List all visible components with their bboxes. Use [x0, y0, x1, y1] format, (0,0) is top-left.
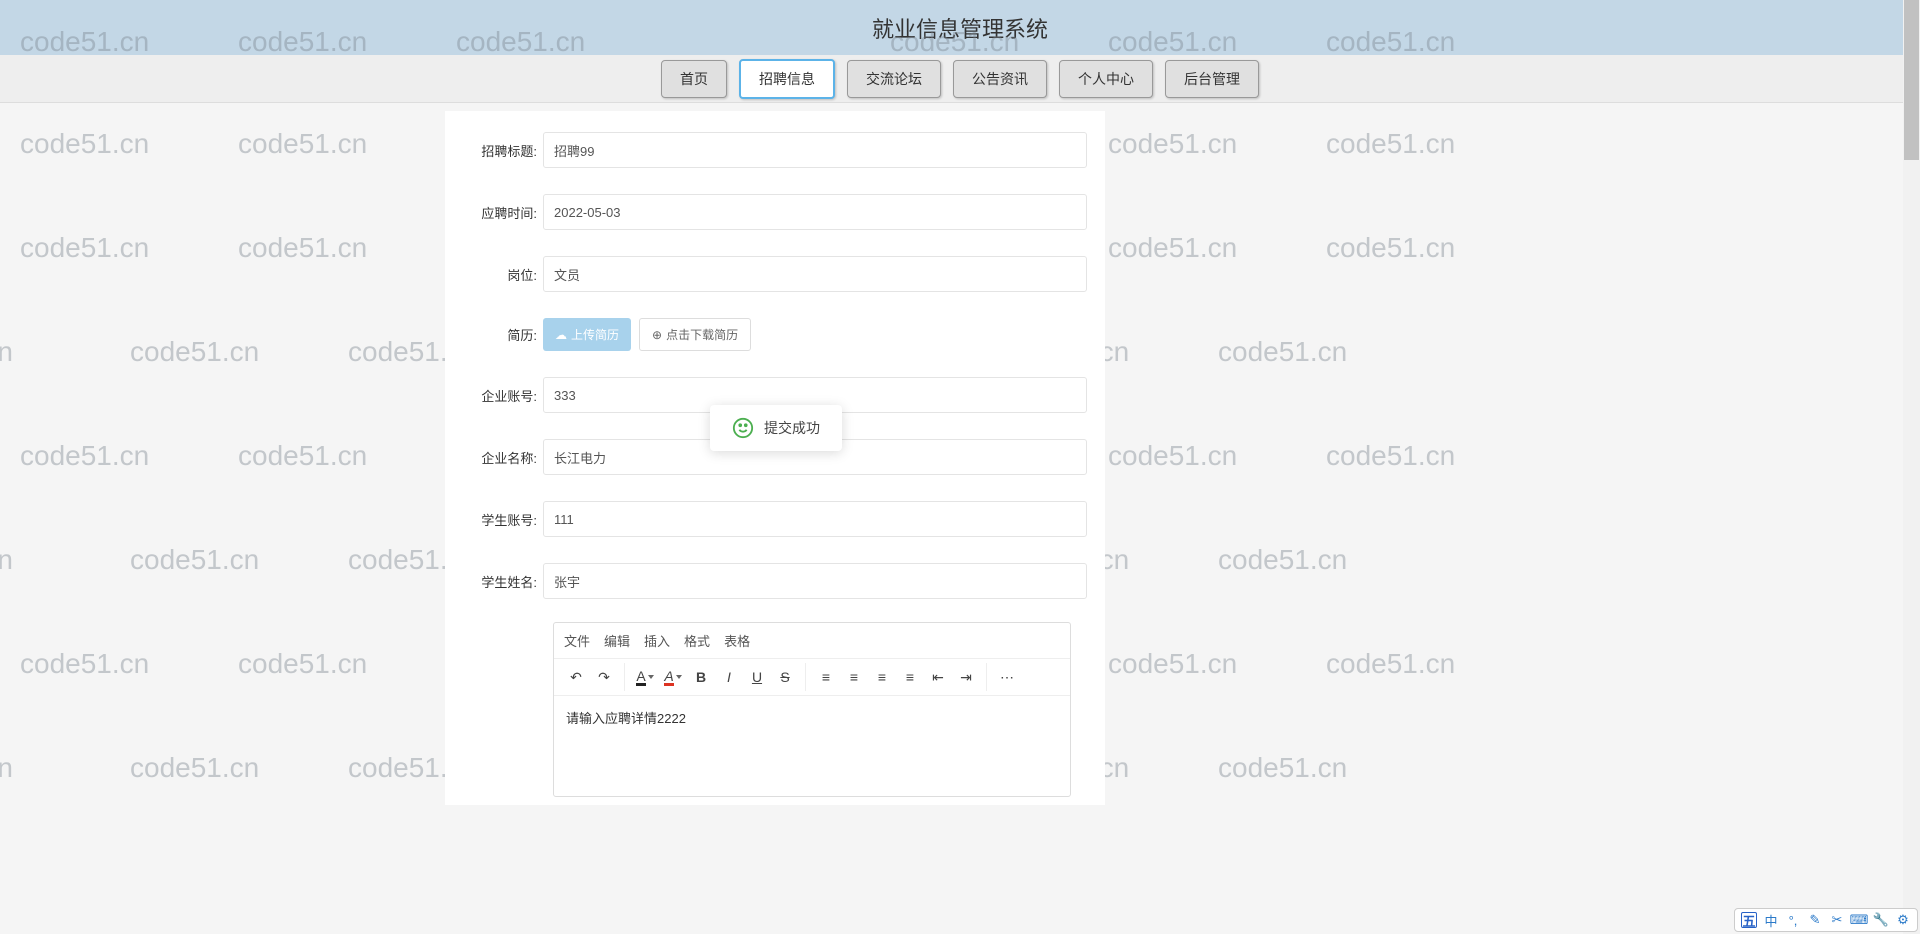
strikethrough-icon[interactable]: S	[771, 663, 799, 691]
system-tray: 五 中 °, ✎ ✂ ⌨ 🔧 ⚙	[1734, 908, 1918, 932]
form-panel: 招聘标题: 应聘时间: 岗位: 简历: ☁ 上传简历 ⊕ 点击下载简历 企业账号…	[445, 111, 1105, 805]
bold-icon[interactable]: B	[687, 663, 715, 691]
watermark-text: code51.cn	[238, 648, 367, 680]
label-company-name: 企业名称:	[463, 448, 543, 467]
redo-icon[interactable]: ↷	[590, 663, 618, 691]
editor-menu-table[interactable]: 表格	[724, 631, 750, 650]
tray-gear-icon[interactable]: ⚙	[1895, 912, 1911, 928]
watermark-text: code51.cn	[1218, 544, 1347, 576]
form-row-student-account: 学生账号:	[445, 488, 1105, 550]
watermark-text: code51.cn	[1108, 232, 1237, 264]
underline-icon[interactable]: U	[743, 663, 771, 691]
input-position[interactable]	[543, 256, 1087, 292]
rich-text-editor: 文件 编辑 插入 格式 表格 ↶ ↷ A A B I U S ≡ ≡ ≡	[553, 622, 1071, 797]
editor-menu-edit[interactable]: 编辑	[604, 631, 630, 650]
watermark-text: code51.cn	[130, 544, 259, 576]
form-row-position: 岗位:	[445, 243, 1105, 305]
nav-forum[interactable]: 交流论坛	[847, 60, 941, 98]
watermark-text: code51.cn	[1218, 752, 1347, 784]
label-student-name: 学生姓名:	[463, 572, 543, 591]
align-justify-icon[interactable]: ≡	[896, 663, 924, 691]
nav-bar: 首页 招聘信息 交流论坛 公告资讯 个人中心 后台管理	[0, 55, 1920, 103]
nav-announcement[interactable]: 公告资讯	[953, 60, 1047, 98]
more-icon[interactable]: ⋯	[993, 663, 1021, 691]
editor-menu-insert[interactable]: 插入	[644, 631, 670, 650]
tray-tool-icon[interactable]: 🔧	[1873, 912, 1889, 928]
watermark-text: code51.cn	[1326, 232, 1455, 264]
tray-keyboard-icon[interactable]: ⌨	[1851, 912, 1867, 928]
label-resume: 简历:	[463, 325, 543, 344]
align-center-icon[interactable]: ≡	[840, 663, 868, 691]
editor-menu-file[interactable]: 文件	[564, 631, 590, 650]
toast-message: 提交成功	[764, 418, 820, 438]
tray-punct-icon[interactable]: °,	[1785, 912, 1801, 928]
align-right-icon[interactable]: ≡	[868, 663, 896, 691]
download-icon: ⊕	[652, 328, 662, 342]
scrollbar-thumb[interactable]	[1904, 0, 1919, 160]
page-title: 就业信息管理系统	[872, 12, 1048, 44]
watermark-text: code51.cn	[238, 232, 367, 264]
watermark-text: code51.cn	[130, 752, 259, 784]
input-student-account[interactable]	[543, 501, 1087, 537]
watermark-text: code51.cn	[238, 128, 367, 160]
watermark-text: code51.cn	[1108, 128, 1237, 160]
align-left-icon[interactable]: ≡	[812, 663, 840, 691]
editor-menu-format[interactable]: 格式	[684, 631, 710, 650]
upload-resume-button[interactable]: ☁ 上传简历	[543, 318, 631, 351]
cloud-upload-icon: ☁	[555, 328, 567, 342]
label-apply-time: 应聘时间:	[463, 203, 543, 222]
nav-personal[interactable]: 个人中心	[1059, 60, 1153, 98]
label-job-title: 招聘标题:	[463, 141, 543, 160]
label-position: 岗位:	[463, 265, 543, 284]
editor-content[interactable]: 请输入应聘详情2222	[554, 696, 1070, 796]
ime-badge-icon[interactable]: 五	[1741, 912, 1757, 928]
watermark-text: code51.cn	[1326, 128, 1455, 160]
italic-icon[interactable]: I	[715, 663, 743, 691]
watermark-text: code51.cn	[130, 336, 259, 368]
smile-icon	[732, 417, 754, 439]
watermark-text: code51.cn	[1326, 440, 1455, 472]
tray-scissors-icon[interactable]: ✂	[1829, 912, 1845, 928]
label-company-account: 企业账号:	[463, 386, 543, 405]
download-label: 点击下载简历	[666, 326, 738, 343]
label-student-account: 学生账号:	[463, 510, 543, 529]
download-resume-button[interactable]: ⊕ 点击下载简历	[639, 318, 751, 351]
form-row-job-title: 招聘标题:	[445, 119, 1105, 181]
scrollbar-track[interactable]	[1903, 0, 1920, 934]
input-job-title[interactable]	[543, 132, 1087, 168]
upload-label: 上传简历	[571, 326, 619, 343]
input-apply-time[interactable]	[543, 194, 1087, 230]
ime-lang-icon[interactable]: 中	[1763, 912, 1779, 928]
watermark-text: code51.cn	[1218, 336, 1347, 368]
watermark-text: code51.cn	[1326, 648, 1455, 680]
watermark-text: code51.cn	[1108, 648, 1237, 680]
watermark-text: code51.cn	[20, 232, 149, 264]
watermark-text: code51.cn	[20, 648, 149, 680]
outdent-icon[interactable]: ⇤	[924, 663, 952, 691]
watermark-text: code51.cn	[238, 440, 367, 472]
input-student-name[interactable]	[543, 563, 1087, 599]
indent-icon[interactable]: ⇥	[952, 663, 980, 691]
watermark-text: code51.cn	[20, 128, 149, 160]
nav-admin[interactable]: 后台管理	[1165, 60, 1259, 98]
nav-home[interactable]: 首页	[661, 60, 727, 98]
form-row-resume: 简历: ☁ 上传简历 ⊕ 点击下载简历	[445, 305, 1105, 364]
undo-icon[interactable]: ↶	[562, 663, 590, 691]
form-row-student-name: 学生姓名:	[445, 550, 1105, 612]
watermark-text: code51.cn	[20, 440, 149, 472]
watermark-text: code51.cn	[1108, 440, 1237, 472]
text-color-icon[interactable]: A	[631, 663, 659, 691]
highlight-color-icon[interactable]: A	[659, 663, 687, 691]
header-bar: 就业信息管理系统	[0, 0, 1920, 55]
tray-edit-icon[interactable]: ✎	[1807, 912, 1823, 928]
form-row-apply-time: 应聘时间:	[445, 181, 1105, 243]
editor-menubar: 文件 编辑 插入 格式 表格	[554, 623, 1070, 659]
nav-recruitment[interactable]: 招聘信息	[739, 59, 835, 99]
editor-toolbar: ↶ ↷ A A B I U S ≡ ≡ ≡ ≡ ⇤ ⇥ ⋯	[554, 659, 1070, 696]
success-toast: 提交成功	[710, 405, 842, 451]
